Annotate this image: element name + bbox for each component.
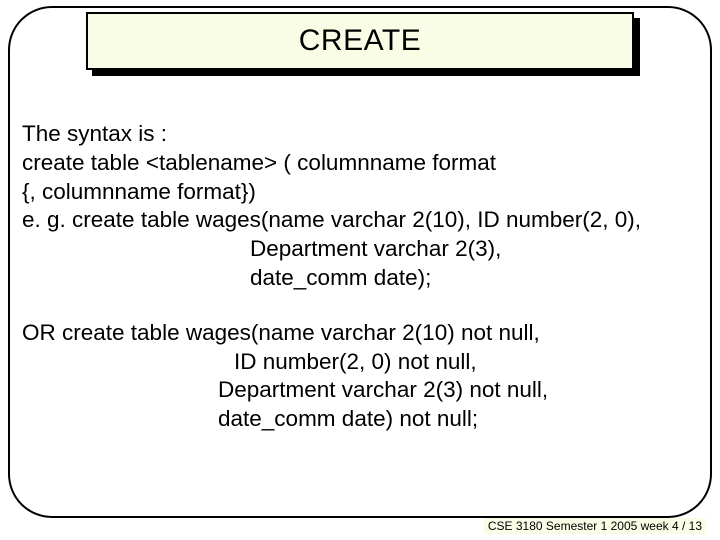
example-2-line-4: date_comm date) not null;	[22, 405, 698, 434]
example-1-line-1: e. g. create table wages(name varchar 2(…	[22, 206, 698, 235]
title-box: CREATE	[86, 12, 634, 70]
syntax-line-2: {, columnname format})	[22, 178, 698, 207]
slide-title: CREATE	[299, 24, 421, 58]
example-2-line-1: OR create table wages(name varchar 2(10)…	[22, 319, 698, 348]
spacer	[22, 293, 698, 319]
slide-body: The syntax is : create table <tablename>…	[22, 120, 698, 434]
example-1-line-2: Department varchar 2(3),	[22, 235, 698, 264]
syntax-intro: The syntax is :	[22, 120, 698, 149]
example-2-line-3: Department varchar 2(3) not null,	[22, 376, 698, 405]
slide-footer: CSE 3180 Semester 1 2005 week 4 / 13	[484, 518, 706, 534]
example-1-line-3: date_comm date);	[22, 264, 698, 293]
syntax-line-1: create table <tablename> ( columnname fo…	[22, 149, 698, 178]
example-2-line-2: ID number(2, 0) not null,	[22, 348, 698, 377]
